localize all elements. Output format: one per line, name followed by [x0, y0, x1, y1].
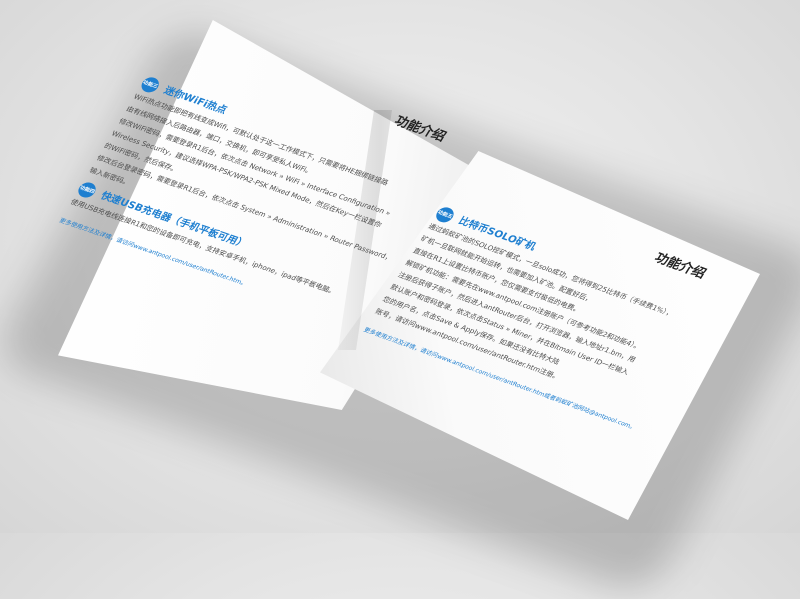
brochure-photo: 功能三 迷你WiFi热点 WiFi热点功能即把有线变成Wifi，可默认处于这一工… [0, 0, 800, 599]
feature-badge: 功能四 [75, 180, 99, 200]
